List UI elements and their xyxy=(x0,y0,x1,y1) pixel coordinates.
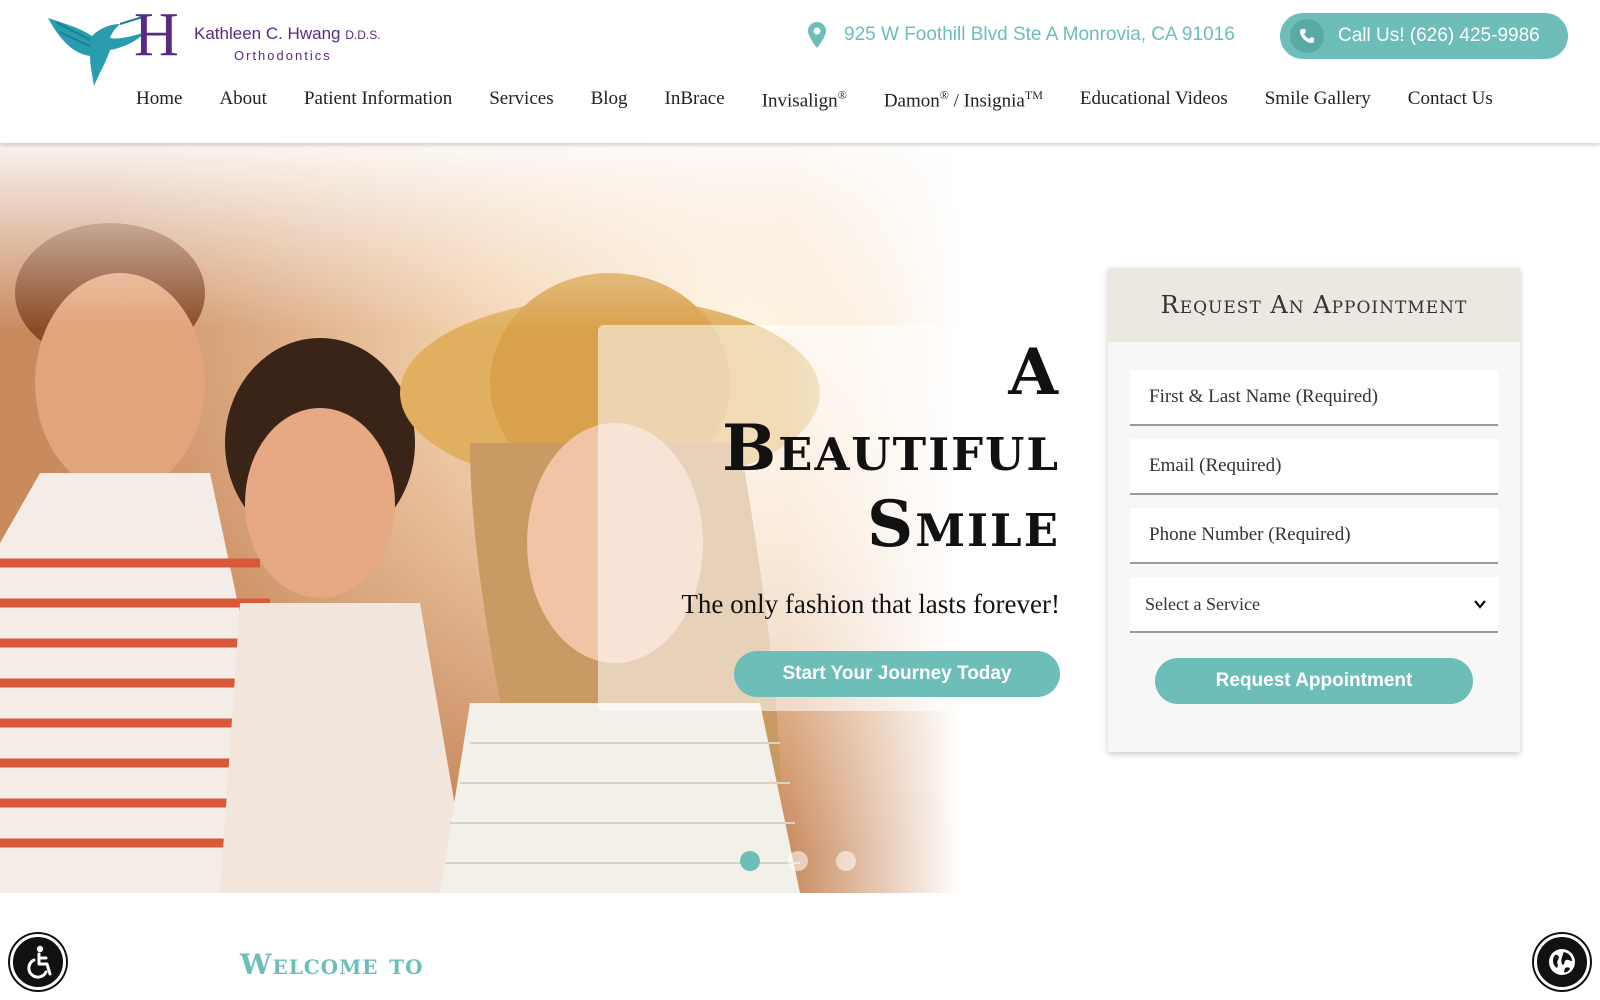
nav-about[interactable]: About xyxy=(219,88,267,112)
practice-specialty: Orthodontics xyxy=(234,48,332,63)
nav-damon-label: Damon xyxy=(883,90,940,112)
globe-icon xyxy=(1549,949,1575,975)
nav-inbrace[interactable]: InBrace xyxy=(665,88,725,112)
email-input[interactable] xyxy=(1149,439,1498,493)
hero-title-line-3: Smile xyxy=(866,487,1060,562)
slider-dot-3[interactable] xyxy=(836,851,856,871)
service-select[interactable]: Select a Service xyxy=(1130,577,1498,633)
nav-invisalign[interactable]: Invisalign® xyxy=(762,88,847,112)
logo-letter: H xyxy=(134,1,179,69)
call-us-button[interactable]: Call Us! (626) 425-9986 xyxy=(1280,13,1568,59)
nav-blog[interactable]: Blog xyxy=(591,88,628,112)
slider-pagination xyxy=(740,851,856,871)
hero-title-line-2: Beautiful xyxy=(722,411,1060,486)
slider-dot-1[interactable] xyxy=(740,851,760,871)
welcome-heading: Welcome to xyxy=(240,948,424,981)
accessibility-button[interactable] xyxy=(10,934,66,990)
appointment-form-heading: Request An Appointment xyxy=(1108,268,1520,342)
nav-invisalign-label: Invisalign xyxy=(761,90,838,112)
hero-title-line-1: A xyxy=(1008,335,1060,410)
office-address[interactable]: 925 W Foothill Blvd Ste A Monrovia, CA 9… xyxy=(808,22,1235,48)
trademark-mark: TM xyxy=(1024,88,1043,102)
language-button[interactable] xyxy=(1534,934,1590,990)
email-field-wrapper xyxy=(1130,439,1498,495)
call-us-label: Call Us! (626) 425-9986 xyxy=(1338,25,1540,46)
nav-insignia-label: / Insignia xyxy=(948,90,1025,112)
nav-smile-gallery[interactable]: Smile Gallery xyxy=(1265,88,1371,112)
doctor-credentials: D.D.S. xyxy=(345,28,381,42)
address-text: 925 W Foothill Blvd Ste A Monrovia, CA 9… xyxy=(844,24,1235,45)
practice-logo[interactable]: H Kathleen C. Hwang D.D.S. Orthodontics xyxy=(46,4,386,90)
nav-contact-us[interactable]: Contact Us xyxy=(1408,88,1493,112)
start-journey-button[interactable]: Start Your Journey Today xyxy=(734,651,1060,697)
service-select-value: Select a Service xyxy=(1145,593,1260,614)
accessibility-icon xyxy=(27,945,52,979)
registered-mark: ® xyxy=(837,88,847,102)
request-appointment-button[interactable]: Request Appointment xyxy=(1155,658,1473,704)
phone-input[interactable] xyxy=(1149,508,1498,562)
hero-subtitle: The only fashion that lasts forever! xyxy=(681,589,1060,619)
nav-damon-insignia[interactable]: Damon® / InsigniaTM xyxy=(884,88,1043,112)
slider-dot-2[interactable] xyxy=(788,851,808,871)
request-appointment-form: Request An Appointment Select a Service … xyxy=(1108,268,1520,752)
nav-educational-videos[interactable]: Educational Videos xyxy=(1080,88,1228,112)
practice-name: Kathleen C. Hwang D.D.S. xyxy=(194,24,381,44)
doctor-name: Kathleen C. Hwang xyxy=(194,24,341,43)
map-pin-icon xyxy=(808,22,826,48)
nav-patient-information[interactable]: Patient Information xyxy=(304,88,452,112)
chevron-down-icon xyxy=(1474,600,1486,609)
main-navigation: Home About Patient Information Services … xyxy=(136,88,1493,112)
registered-mark: ® xyxy=(939,88,949,102)
nav-services[interactable]: Services xyxy=(489,88,553,112)
name-input[interactable] xyxy=(1149,370,1498,424)
name-field-wrapper xyxy=(1130,370,1498,426)
hero-title: A Beautiful Smile xyxy=(722,335,1060,563)
phone-icon xyxy=(1290,19,1324,53)
phone-field-wrapper xyxy=(1130,508,1498,564)
nav-home[interactable]: Home xyxy=(136,88,182,112)
site-header: H Kathleen C. Hwang D.D.S. Orthodontics … xyxy=(0,0,1600,143)
